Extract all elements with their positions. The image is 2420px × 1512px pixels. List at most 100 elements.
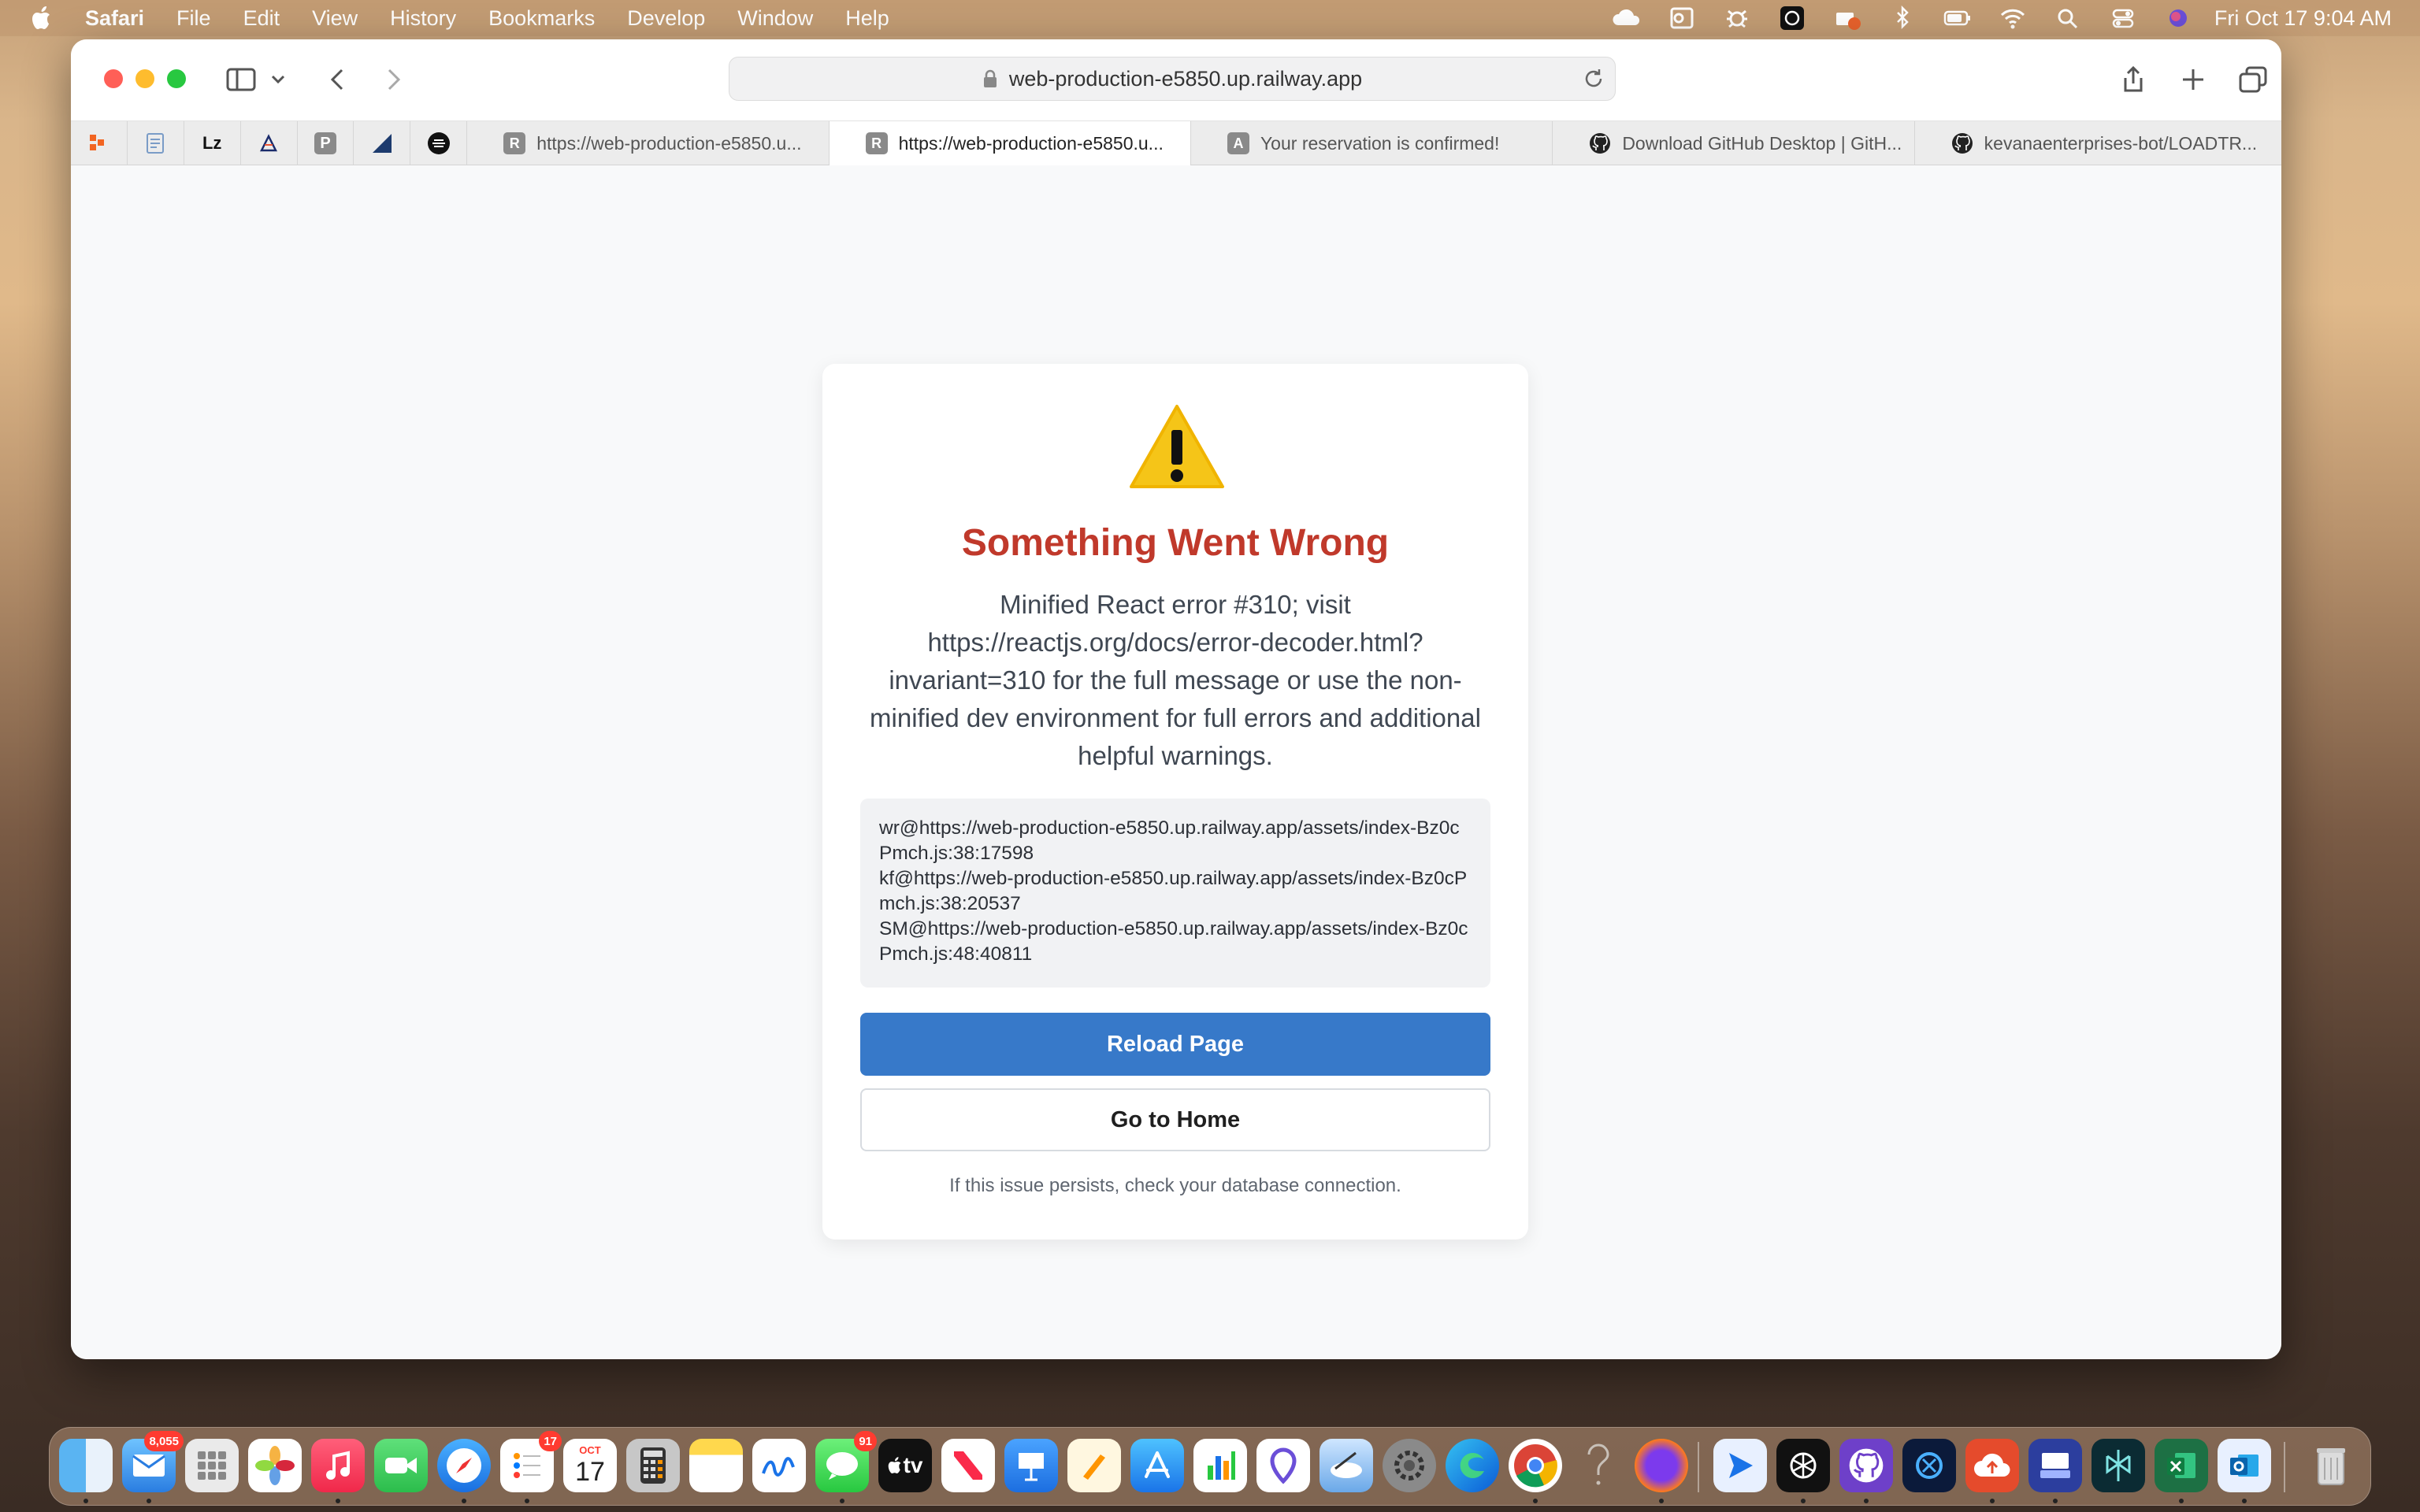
- siri-icon[interactable]: [2159, 0, 2197, 36]
- menu-view[interactable]: View: [312, 6, 358, 31]
- question-mark-icon[interactable]: [1572, 1439, 1625, 1492]
- calculator-icon[interactable]: [626, 1439, 680, 1492]
- keynote-icon[interactable]: [1004, 1439, 1058, 1492]
- edge-icon[interactable]: [1446, 1439, 1499, 1492]
- perplexity-icon[interactable]: [2092, 1439, 2145, 1492]
- tab-github-repo[interactable]: kevanaenterprises-bot/LOADTR...: [1915, 121, 2281, 165]
- calendar-icon[interactable]: OCT 17: [563, 1439, 617, 1492]
- menu-help[interactable]: Help: [845, 6, 889, 31]
- menu-clock[interactable]: Fri Oct 17 9:04 AM: [2214, 6, 2392, 31]
- location-pin-app-icon[interactable]: [1256, 1439, 1310, 1492]
- pinned-tab-2[interactable]: [128, 121, 184, 165]
- apple-tv-label: tv: [903, 1453, 923, 1477]
- bluetooth-icon[interactable]: [1884, 0, 1921, 36]
- aperture-app-icon[interactable]: [1902, 1439, 1956, 1492]
- menu-edit[interactable]: Edit: [243, 6, 280, 31]
- outlook-status-icon[interactable]: [1663, 0, 1701, 36]
- browser-window: web-production-e5850.up.railway.app Lz P…: [71, 39, 2281, 1359]
- excel-icon[interactable]: [2155, 1439, 2208, 1503]
- menu-file[interactable]: File: [176, 6, 211, 31]
- photos-icon[interactable]: [248, 1439, 302, 1492]
- disk-utility-icon[interactable]: [1319, 1439, 1373, 1492]
- blue-chart-icon: [371, 132, 393, 154]
- chrome-icon[interactable]: [1509, 1439, 1562, 1503]
- tab-railway-2[interactable]: R https://web-production-e5850.u...: [829, 121, 1191, 165]
- creative-cloud-icon[interactable]: [1608, 0, 1646, 36]
- tab-reservation[interactable]: A Your reservation is confirmed!: [1191, 121, 1553, 165]
- launchpad-icon[interactable]: [185, 1439, 239, 1492]
- share-icon[interactable]: [2119, 63, 2147, 96]
- tab-label: https://web-production-e5850.u...: [536, 132, 802, 154]
- zoom-window-button[interactable]: [167, 69, 186, 88]
- github-desktop-icon[interactable]: [1839, 1439, 1893, 1503]
- menu-bookmarks[interactable]: Bookmarks: [488, 6, 595, 31]
- printer-status-icon[interactable]: [1828, 0, 1866, 36]
- mail-badge: 8,055: [144, 1431, 184, 1451]
- numbers-icon[interactable]: [1193, 1439, 1247, 1492]
- firefox-icon[interactable]: [1635, 1439, 1688, 1503]
- freeform-icon[interactable]: [752, 1439, 806, 1492]
- spotlight-search-icon[interactable]: [2049, 0, 2087, 36]
- cloud-upload-icon[interactable]: [1965, 1439, 2019, 1503]
- reload-icon[interactable]: [1582, 67, 1607, 92]
- finder-icon[interactable]: [59, 1439, 113, 1503]
- mail-icon[interactable]: 8,055: [122, 1431, 184, 1503]
- stack-trace-line: wr@https://web-production-e5850.up.railw…: [879, 817, 1460, 864]
- go-to-home-button[interactable]: Go to Home: [860, 1088, 1490, 1151]
- close-window-button[interactable]: [104, 69, 123, 88]
- pinned-tab-1[interactable]: [71, 121, 128, 165]
- tab-overview-icon[interactable]: [2237, 63, 2269, 96]
- blue-arrow-app-icon[interactable]: [1713, 1439, 1767, 1492]
- chatgpt-status-icon[interactable]: [1773, 0, 1811, 36]
- notes-icon[interactable]: [689, 1439, 743, 1492]
- dock: 8,055 17 OCT 17 91 tv: [49, 1427, 2371, 1506]
- address-bar[interactable]: web-production-e5850.up.railway.app: [729, 57, 1616, 101]
- facetime-icon[interactable]: [374, 1439, 428, 1492]
- triangle-logo-icon: [258, 132, 280, 154]
- pages-icon[interactable]: [1067, 1439, 1121, 1492]
- app-store-icon[interactable]: [1130, 1439, 1184, 1492]
- bug-icon[interactable]: [1718, 0, 1756, 36]
- wifi-icon[interactable]: [1994, 0, 2032, 36]
- safari-icon[interactable]: [437, 1439, 491, 1503]
- news-icon[interactable]: [941, 1439, 995, 1492]
- page-content: Something Went Wrong Minified React erro…: [71, 165, 2281, 1359]
- warning-icon: [1128, 403, 1226, 491]
- apple-icon[interactable]: [32, 5, 55, 32]
- dock-separator: [2284, 1442, 2285, 1492]
- menu-develop[interactable]: Develop: [627, 6, 705, 31]
- control-center-icon[interactable]: [2104, 0, 2142, 36]
- r-favicon-icon: R: [503, 132, 526, 154]
- scanner-app-icon[interactable]: [2028, 1439, 2082, 1503]
- pinned-tab-3[interactable]: Lz: [184, 121, 241, 165]
- tab-railway-1[interactable]: R https://web-production-e5850.u...: [467, 121, 830, 165]
- pinned-tab-7[interactable]: [410, 121, 468, 165]
- pinned-tab-4[interactable]: [241, 121, 298, 165]
- chevron-down-icon[interactable]: [268, 63, 288, 96]
- system-settings-icon[interactable]: [1383, 1439, 1436, 1492]
- menu-window[interactable]: Window: [737, 6, 813, 31]
- reminders-icon[interactable]: 17: [500, 1431, 562, 1503]
- error-message: Minified React error #310; visit https:/…: [870, 590, 1481, 770]
- menu-history[interactable]: History: [390, 6, 456, 31]
- trash-icon[interactable]: [2304, 1439, 2358, 1492]
- music-icon[interactable]: [311, 1439, 365, 1503]
- tab-github-desktop[interactable]: Download GitHub Desktop | GitH...: [1553, 121, 1915, 165]
- reload-page-button[interactable]: Reload Page: [860, 1013, 1490, 1076]
- new-tab-plus-icon[interactable]: [2179, 63, 2207, 96]
- pinned-tab-6[interactable]: [354, 121, 411, 165]
- battery-icon[interactable]: [1939, 0, 1976, 36]
- menu-safari[interactable]: Safari: [85, 6, 144, 31]
- forward-arrow-icon[interactable]: [381, 63, 406, 96]
- messages-icon[interactable]: 91: [815, 1431, 877, 1503]
- error-title: Something Went Wrong: [961, 522, 1390, 564]
- back-arrow-icon[interactable]: [325, 63, 350, 96]
- sidebar-toggle-icon[interactable]: [224, 63, 258, 96]
- chatgpt-icon[interactable]: [1776, 1439, 1830, 1503]
- menu-bar: Safari File Edit View History Bookmarks …: [0, 0, 2420, 36]
- minimize-window-button[interactable]: [135, 69, 154, 88]
- apple-tv-icon[interactable]: tv: [878, 1439, 932, 1492]
- r-favicon-icon: R: [865, 132, 888, 154]
- outlook-icon[interactable]: [2218, 1439, 2271, 1503]
- pinned-tab-5[interactable]: P: [298, 121, 354, 165]
